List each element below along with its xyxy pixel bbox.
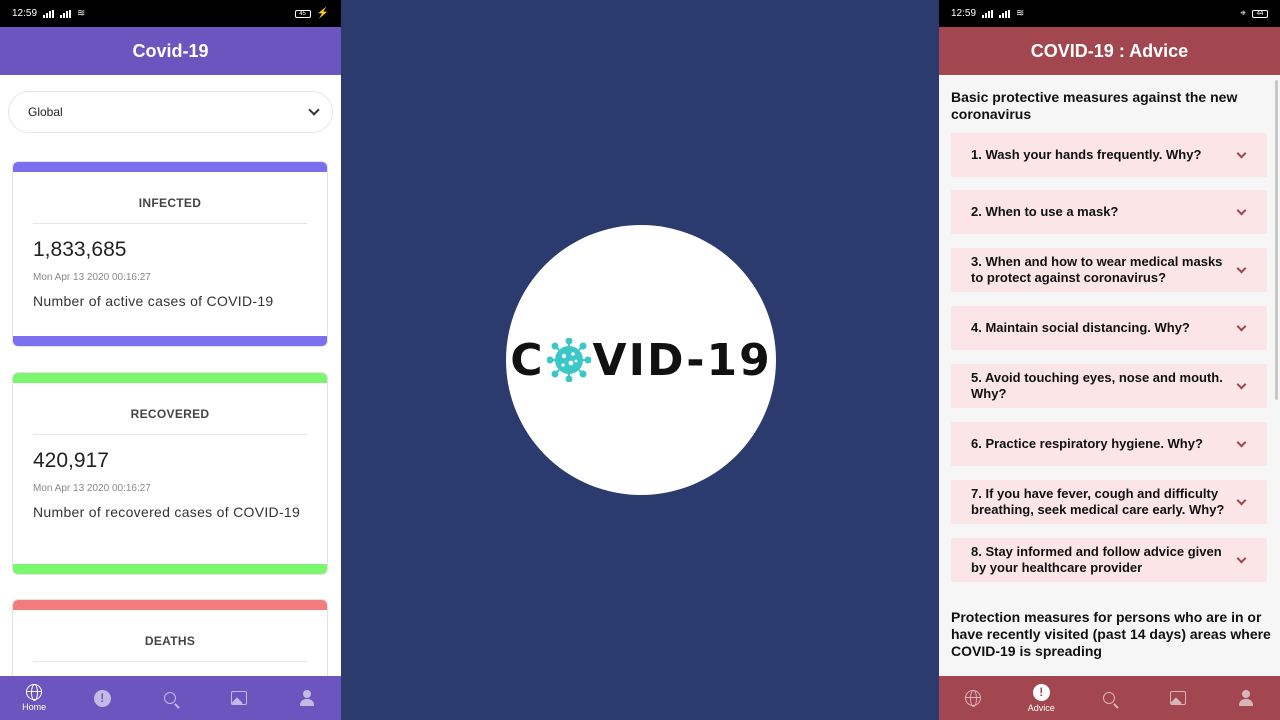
nav-advice[interactable]: ! Advice (1016, 683, 1066, 713)
nav-advice[interactable]: ! (77, 689, 127, 707)
card-value: 420,917 (33, 449, 109, 472)
nav-gallery[interactable] (1153, 691, 1203, 705)
card-date: Mon Apr 13 2020 00:16:27 (33, 272, 151, 283)
card-bottom-band (13, 336, 327, 346)
nav-home[interactable] (948, 690, 998, 707)
search-icon (164, 692, 177, 704)
nav-search[interactable] (1084, 692, 1134, 704)
signal-icon (60, 9, 72, 18)
nav-home[interactable]: Home (9, 684, 59, 712)
chevron-down-icon (1236, 553, 1247, 563)
screen: 12:59 ≋ 45 ⚡ Covid-19 Global INFECTED 1,… (0, 0, 1280, 720)
chevron-down-icon (1236, 321, 1247, 331)
bottom-nav: Home ! (0, 676, 341, 720)
bottom-nav: ! Advice (939, 676, 1280, 720)
advice-item-label: 7. If you have fever, cough and difficul… (971, 486, 1225, 517)
region-select-value: Global (28, 105, 63, 119)
virus-icon (546, 338, 591, 382)
card-top-band (13, 373, 327, 383)
card-top-band (13, 600, 327, 610)
image-icon (1169, 691, 1186, 705)
advice-item-label: 5. Avoid touching eyes, nose and mouth. … (971, 370, 1223, 401)
nav-search[interactable] (145, 692, 195, 704)
card-description: Number of recovered cases of COVID-19 (33, 504, 301, 520)
logo-letter-c: C (510, 334, 545, 386)
card-date: Mon Apr 13 2020 00:16:27 (33, 483, 151, 494)
infected-card: INFECTED 1,833,685 Mon Apr 13 2020 00:16… (12, 161, 328, 347)
advice-item-label: 3. When and how to wear medical masks to… (971, 254, 1223, 285)
wifi-icon: ≋ (77, 8, 86, 19)
alert-icon: ! (93, 689, 111, 707)
stats-screen: 12:59 ≋ 45 ⚡ Covid-19 Global INFECTED 1,… (0, 0, 341, 720)
advice-item[interactable]: 8. Stay informed and follow advice given… (951, 538, 1267, 582)
signal-icon (43, 9, 55, 18)
advice-item-label: 2. When to use a mask? (971, 204, 1119, 219)
chevron-down-icon (1236, 205, 1247, 215)
advice-item[interactable]: 4. Maintain social distancing. Why? (951, 306, 1267, 350)
section-heading: Protection measures for persons who are … (951, 609, 1271, 659)
chevron-down-icon (1236, 148, 1247, 158)
battery-icon: 45 (294, 9, 311, 18)
chevron-down-icon (1236, 495, 1247, 505)
recovered-card: RECOVERED 420,917 Mon Apr 13 2020 00:16:… (12, 372, 328, 575)
divider (33, 223, 307, 224)
card-bottom-band (13, 564, 327, 574)
location-icon: ⌖ (1240, 8, 1246, 19)
advice-item-label: 8. Stay informed and follow advice given… (971, 544, 1222, 575)
status-bar: 12:59 ≋ ⌖ 44 (939, 0, 1280, 27)
signal-icon (999, 9, 1011, 18)
nav-advice-label: Advice (1027, 702, 1055, 713)
divider (33, 434, 307, 435)
card-value: 1,833,685 (33, 238, 127, 261)
nav-home-label: Home (22, 702, 47, 712)
advice-item[interactable]: 3. When and how to wear medical masks to… (951, 248, 1267, 292)
globe-icon (965, 690, 982, 707)
status-time: 12:59 (951, 8, 977, 19)
app-title: COVID-19 : Advice (939, 27, 1280, 75)
search-icon (1103, 692, 1116, 704)
card-title: INFECTED (138, 196, 202, 210)
card-title: DEATHS (144, 634, 196, 648)
globe-icon (26, 684, 43, 701)
advice-item-label: 6. Practice respiratory hygiene. Why? (971, 436, 1203, 451)
status-bar: 12:59 ≋ 45 ⚡ (0, 0, 341, 27)
card-description: Number of active cases of COVID-19 (33, 293, 274, 309)
status-time: 12:59 (12, 8, 38, 19)
covid-logo: C VID-19 (506, 225, 776, 495)
signal-icon (982, 9, 994, 18)
chevron-down-icon (1236, 263, 1247, 273)
advice-item[interactable]: 6. Practice respiratory hygiene. Why? (951, 422, 1267, 466)
wifi-icon: ≋ (1016, 8, 1025, 19)
advice-item[interactable]: 2. When to use a mask? (951, 190, 1267, 234)
alert-icon: ! (1032, 683, 1050, 701)
user-icon (1238, 690, 1254, 706)
chevron-down-icon (1236, 379, 1247, 389)
chevron-down-icon (308, 104, 320, 116)
advice-item-label: 1. Wash your hands frequently. Why? (971, 147, 1202, 162)
divider (33, 661, 307, 662)
image-icon (230, 691, 247, 705)
nav-profile[interactable] (282, 690, 332, 706)
scrollbar[interactable] (1275, 80, 1278, 400)
app-title: Covid-19 (0, 27, 341, 75)
nav-gallery[interactable] (214, 691, 264, 705)
battery-icon: 44 (1252, 9, 1268, 18)
logo-text-rest: VID-19 (592, 334, 772, 386)
card-title: RECOVERED (130, 407, 210, 421)
advice-item[interactable]: 1. Wash your hands frequently. Why? (951, 133, 1267, 177)
card-top-band (13, 162, 327, 172)
advice-item[interactable]: 5. Avoid touching eyes, nose and mouth. … (951, 364, 1267, 408)
advice-item-label: 4. Maintain social distancing. Why? (971, 320, 1190, 335)
advice-item[interactable]: 7. If you have fever, cough and difficul… (951, 480, 1267, 524)
advice-screen: 12:59 ≋ ⌖ 44 COVID-19 : Advice Basic pro… (939, 0, 1280, 720)
section-heading: Basic protective measures against the ne… (951, 89, 1238, 122)
nav-profile[interactable] (1221, 690, 1271, 706)
chevron-down-icon (1236, 437, 1247, 447)
user-icon (299, 690, 315, 706)
region-select[interactable]: Global (8, 91, 333, 133)
charging-icon: ⚡ (316, 8, 329, 19)
